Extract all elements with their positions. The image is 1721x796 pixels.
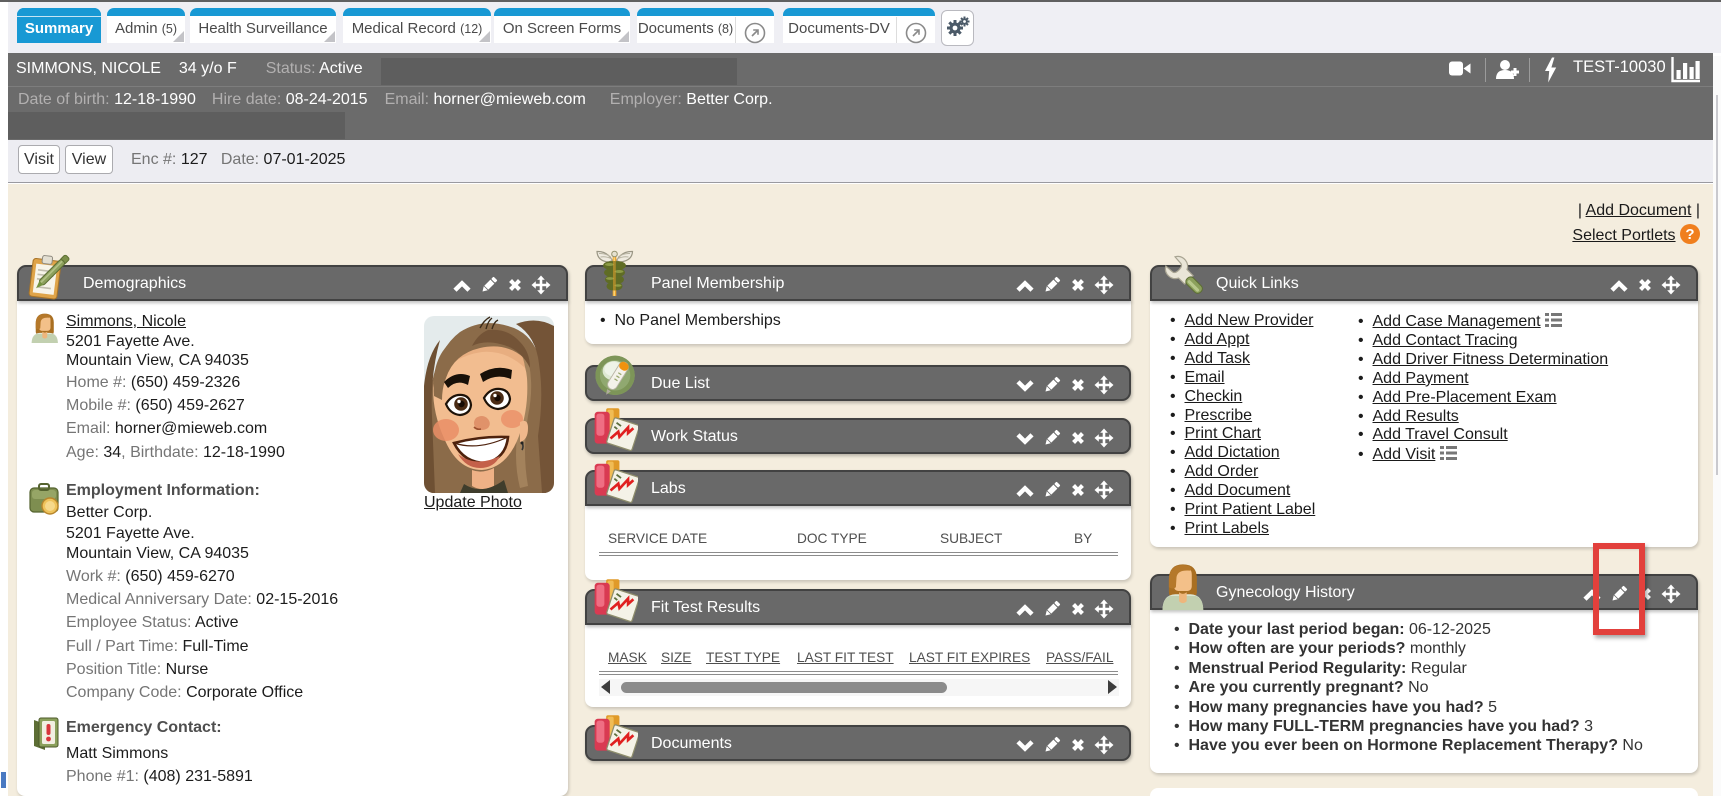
svg-text:?: ? [1685,226,1694,243]
